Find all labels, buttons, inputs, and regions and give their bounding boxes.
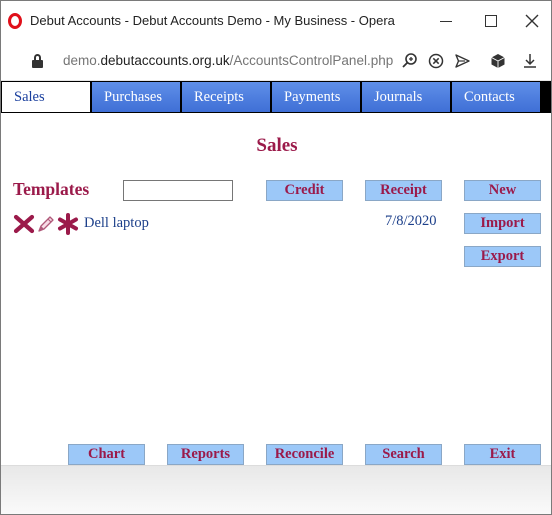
exit-button[interactable]: Exit <box>464 444 541 465</box>
minimize-button[interactable] <box>434 9 458 33</box>
title-bar: Debut Accounts - Debut Accounts Demo - M… <box>1 1 551 41</box>
credit-button[interactable]: Credit <box>266 180 343 201</box>
edit-icon[interactable] <box>35 213 57 235</box>
maximize-button[interactable] <box>479 9 503 33</box>
import-button[interactable]: Import <box>464 213 541 234</box>
tab-sales[interactable]: Sales <box>2 82 90 112</box>
tab-payments[interactable]: Payments <box>272 82 360 112</box>
tab-bar: Sales Purchases Receipts Payments Journa… <box>1 81 551 113</box>
status-area <box>1 465 551 514</box>
templates-label: Templates <box>13 179 90 199</box>
chart-button[interactable]: Chart <box>68 444 145 465</box>
tab-receipts[interactable]: Receipts <box>182 82 270 112</box>
copy-icon[interactable] <box>57 213 79 235</box>
ad-block-icon[interactable] <box>427 52 445 70</box>
url-prefix: demo. <box>63 53 101 68</box>
url-path: /AccountsControlPanel.php <box>229 53 394 68</box>
url-domain: debutaccounts.org.uk <box>100 53 230 68</box>
template-name-input[interactable] <box>123 180 233 201</box>
zoom-icon[interactable] <box>401 52 419 70</box>
sales-panel: Sales Templates Credit Receipt New Impor… <box>1 113 551 465</box>
receipt-button[interactable]: Receipt <box>365 180 442 201</box>
template-name-link[interactable]: Dell laptop <box>84 215 149 232</box>
send-icon[interactable] <box>453 52 471 70</box>
new-button[interactable]: New <box>464 180 541 201</box>
close-icon <box>525 14 539 28</box>
tab-purchases[interactable]: Purchases <box>92 82 180 112</box>
tab-contacts[interactable]: Contacts <box>452 82 540 112</box>
tab-journals[interactable]: Journals <box>362 82 450 112</box>
delete-icon[interactable] <box>13 213 35 235</box>
url-field[interactable]: demo.debutaccounts.org.uk/AccountsContro… <box>63 53 393 68</box>
reconcile-button[interactable]: Reconcile <box>266 444 343 465</box>
template-row-actions <box>13 213 81 235</box>
page-title: Sales <box>256 135 298 156</box>
close-window-button[interactable] <box>520 9 544 33</box>
browser-window: Debut Accounts - Debut Accounts Demo - M… <box>0 0 552 515</box>
opera-logo-icon <box>8 13 22 29</box>
export-button[interactable]: Export <box>464 246 541 267</box>
address-bar: demo.debutaccounts.org.uk/AccountsContro… <box>1 41 551 81</box>
download-icon[interactable] <box>521 52 539 70</box>
reports-button[interactable]: Reports <box>167 444 244 465</box>
lock-icon <box>32 54 43 68</box>
window-title: Debut Accounts - Debut Accounts Demo - M… <box>30 13 395 28</box>
extensions-icon[interactable] <box>489 52 507 70</box>
search-button[interactable]: Search <box>365 444 442 465</box>
template-date: 7/8/2020 <box>385 213 437 229</box>
